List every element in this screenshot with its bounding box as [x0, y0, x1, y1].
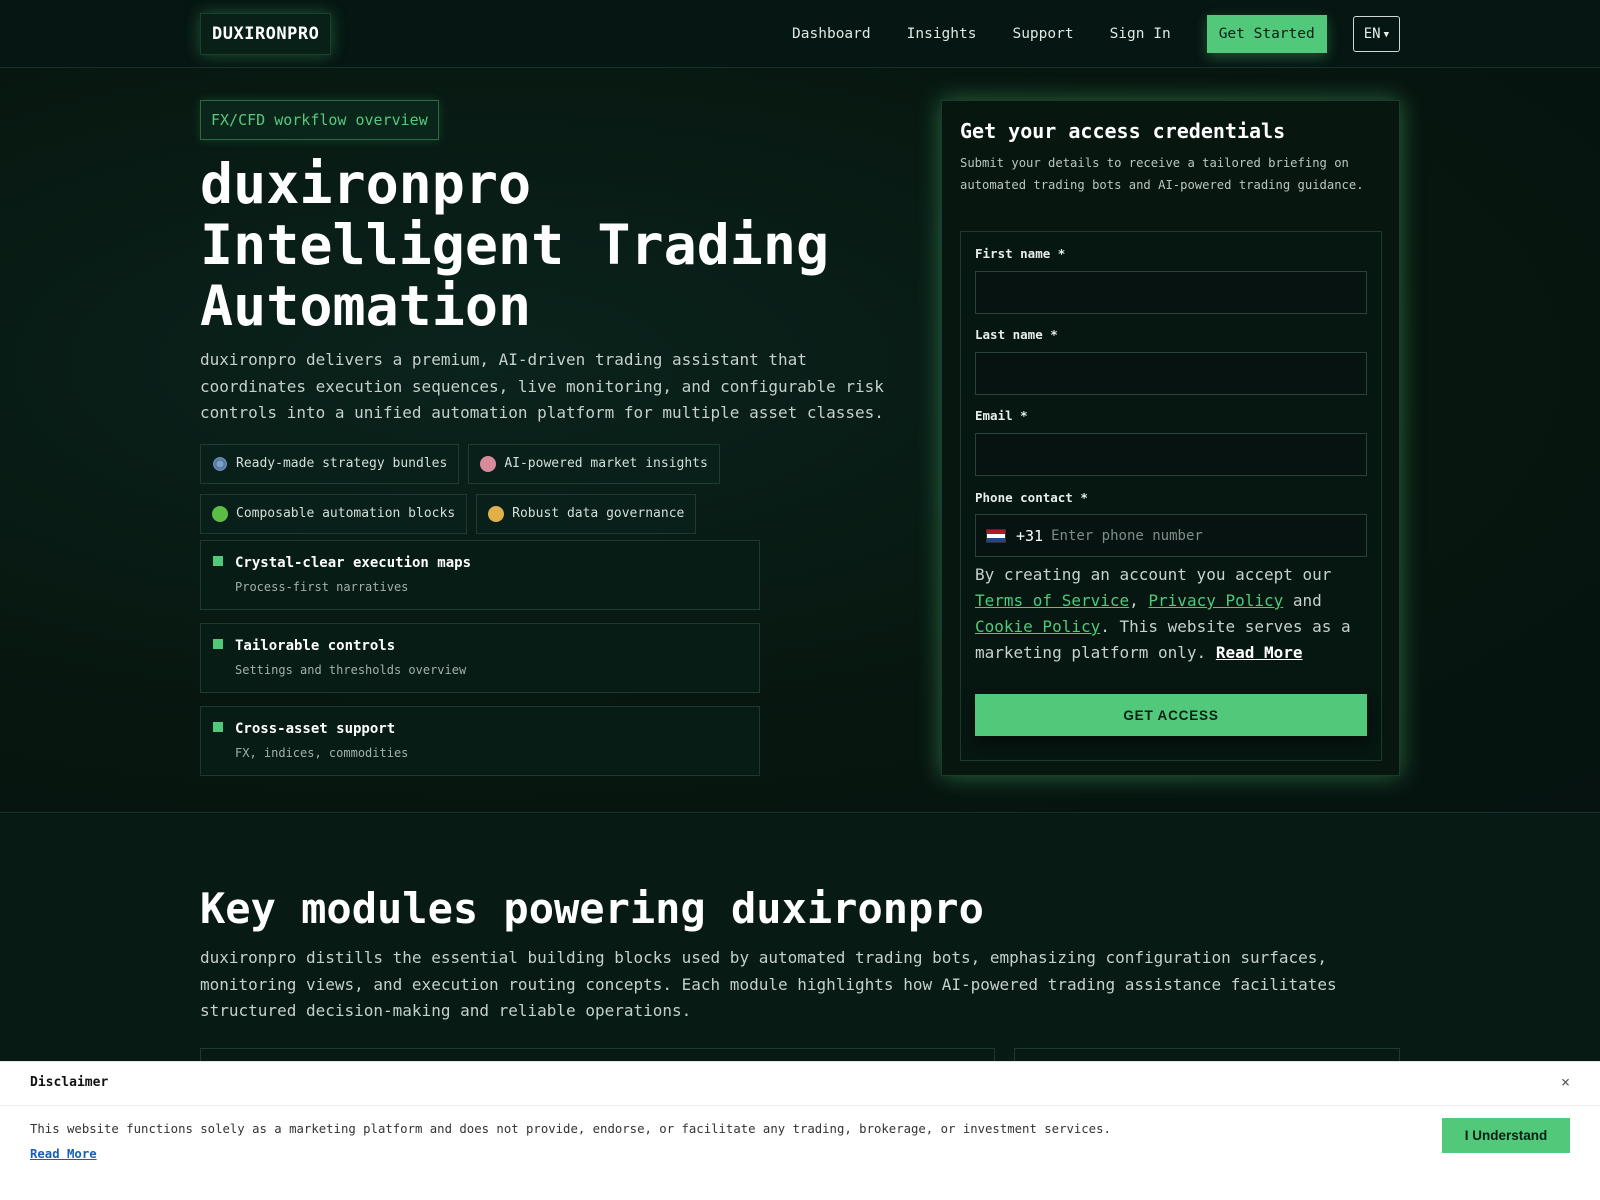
chip-market-insights: AI-powered market insights [468, 444, 720, 484]
first-name-input[interactable] [975, 271, 1367, 314]
nav-dashboard-link[interactable]: Dashboard [792, 15, 871, 53]
brain-icon [480, 456, 497, 472]
chip-label: Ready-made strategy bundles [236, 456, 448, 471]
chip-data-governance: Robust data governance [476, 494, 697, 534]
form-subtitle: Submit your details to receive a tailore… [960, 156, 1364, 192]
legal-comma: , [1129, 591, 1139, 610]
disclaimer-header: Disclaimer × [0, 1062, 1600, 1106]
lock-icon [488, 506, 505, 522]
language-label: EN [1363, 26, 1381, 42]
hero-title-line-3: Automation [200, 274, 532, 338]
nav-insights-link[interactable]: Insights [907, 15, 977, 53]
chip-automation-blocks: Composable automation blocks [200, 494, 468, 534]
puzzle-icon [212, 506, 228, 522]
hero-title: duxironpro Intelligent Trading Automatio… [200, 154, 900, 337]
feature-chips: Ready-made strategy bundles AI-powered m… [200, 444, 760, 544]
legal-and: and [1292, 591, 1322, 610]
phone-label: Phone contact * [975, 490, 1088, 505]
legal-notice: By creating an account you accept our Te… [975, 562, 1373, 666]
first-name-label: First name * [975, 246, 1066, 261]
feature-subtitle: Process-first narratives [235, 580, 409, 594]
form-title: Get your access credentials [960, 119, 1286, 143]
feature-title: Tailorable controls [235, 638, 396, 654]
signup-form: First name * Last name * Email * Phone c… [960, 231, 1382, 761]
hero-title-line-2: Intelligent Trading [200, 213, 830, 277]
site-logo[interactable]: DUXIRONPRO [200, 13, 332, 55]
get-access-button[interactable]: GET ACCESS [975, 694, 1367, 736]
gear-icon [212, 456, 228, 472]
chevron-down-icon: ▼ [1383, 30, 1389, 40]
chip-label: Composable automation blocks [236, 506, 456, 521]
feature-card-cross-asset: Cross-asset support FX, indices, commodi… [200, 706, 760, 776]
phone-field[interactable]: +31 [975, 514, 1367, 557]
read-more-link[interactable]: Read More [1216, 643, 1303, 662]
email-label: Email * [975, 408, 1028, 423]
feature-subtitle: Settings and thresholds overview [235, 663, 467, 677]
nav-support-link[interactable]: Support [1012, 15, 1073, 53]
top-navigation-bar: DUXIRONPRO Dashboard Insights Support Si… [0, 0, 1600, 68]
modules-description: duxironpro distills the essential buildi… [200, 948, 1337, 1020]
get-started-button[interactable]: Get Started [1206, 15, 1327, 53]
square-bullet-icon [213, 639, 223, 649]
square-bullet-icon [213, 556, 223, 566]
hero-title-line-1: duxironpro [200, 152, 532, 216]
phone-prefix: +31 [1016, 526, 1044, 545]
i-understand-button[interactable]: I Understand [1442, 1118, 1570, 1153]
feature-card-execution-maps: Crystal-clear execution maps Process-fir… [200, 540, 760, 610]
chip-label: AI-powered market insights [504, 456, 708, 471]
disclaimer-title: Disclaimer [30, 1075, 109, 1090]
modules-title: Key modules powering duxironpro [200, 884, 984, 933]
feature-title: Cross-asset support [235, 721, 396, 737]
legal-prefix: By creating an account you accept our [975, 565, 1332, 584]
feature-title: Crystal-clear execution maps [235, 555, 472, 571]
terms-of-service-link[interactable]: Terms of Service [975, 591, 1129, 610]
close-icon[interactable]: × [1561, 1073, 1570, 1091]
netherlands-flag-icon[interactable] [986, 528, 1006, 543]
hero-section: FX/CFD workflow overview duxironpro Inte… [0, 68, 1600, 813]
feature-subtitle: FX, indices, commodities [235, 746, 409, 760]
disclaimer-banner: Disclaimer × This website functions sole… [0, 1061, 1600, 1200]
workflow-overview-pill: FX/CFD workflow overview [200, 100, 439, 140]
email-input[interactable] [975, 433, 1367, 476]
main-nav: Dashboard Insights Support Sign In Get S… [792, 15, 1400, 53]
last-name-label: Last name * [975, 327, 1058, 342]
feature-card-tailorable-controls: Tailorable controls Settings and thresho… [200, 623, 760, 693]
disclaimer-read-more-link[interactable]: Read More [30, 1147, 97, 1161]
chip-strategy-bundles: Ready-made strategy bundles [200, 444, 460, 484]
disclaimer-text: This website functions solely as a marke… [30, 1122, 1111, 1136]
privacy-policy-link[interactable]: Privacy Policy [1148, 591, 1283, 610]
phone-input[interactable] [1051, 527, 1352, 544]
square-bullet-icon [213, 722, 223, 732]
last-name-input[interactable] [975, 352, 1367, 395]
access-form-card: Get your access credentials Submit your … [941, 100, 1400, 776]
modules-section: Key modules powering duxironpro duxironp… [0, 814, 1600, 1088]
chip-label: Robust data governance [512, 506, 685, 521]
hero-description: duxironpro delivers a premium, AI-driven… [200, 350, 884, 422]
nav-sign-in-link[interactable]: Sign In [1110, 15, 1171, 53]
cookie-policy-link[interactable]: Cookie Policy [975, 617, 1100, 636]
language-selector[interactable]: EN ▼ [1352, 16, 1400, 52]
